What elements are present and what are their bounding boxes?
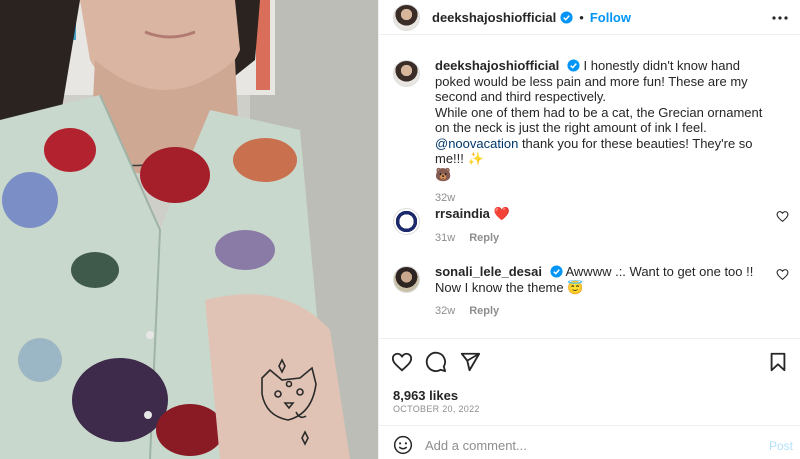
caption: deekshajoshiofficial I honestly didn't k… bbox=[393, 58, 793, 207]
heart-icon[interactable] bbox=[391, 351, 413, 373]
comment-meta: 32w Reply bbox=[435, 304, 775, 320]
post-comment-button[interactable]: Post bbox=[769, 439, 793, 453]
post-header: deekshajoshiofficial • Follow bbox=[379, 0, 800, 35]
post-photo[interactable] bbox=[0, 0, 378, 459]
comment-username[interactable]: rrsaindia bbox=[435, 206, 490, 221]
comment-text: ❤️ bbox=[493, 206, 510, 221]
user-avatar[interactable] bbox=[393, 3, 420, 31]
instagram-post: deekshajoshiofficial • Follow deekshajos… bbox=[0, 0, 800, 459]
verified-badge-icon bbox=[560, 10, 573, 24]
commenter-avatar[interactable] bbox=[393, 266, 420, 293]
share-icon[interactable] bbox=[459, 351, 481, 373]
caption-meta: 32w bbox=[435, 191, 775, 207]
post-date[interactable]: OCTOBER 20, 2022 bbox=[393, 404, 480, 414]
reply-button[interactable]: Reply bbox=[469, 232, 499, 244]
post-photo-illustration bbox=[0, 0, 378, 459]
comment-time[interactable]: 32w bbox=[435, 305, 455, 317]
caption-body: deekshajoshiofficial I honestly didn't k… bbox=[435, 58, 775, 207]
comment-item: rrsaindia ❤️ 31w Reply bbox=[393, 206, 793, 246]
comment-username[interactable]: sonali_lele_desai bbox=[435, 264, 542, 279]
likes-count[interactable]: 8,963 likes bbox=[393, 388, 458, 403]
comment-like-heart-icon[interactable] bbox=[776, 210, 789, 223]
separator-dot: • bbox=[579, 9, 584, 25]
follow-button[interactable]: Follow bbox=[590, 10, 631, 25]
verified-badge-icon bbox=[550, 265, 563, 278]
comment-meta: 31w Reply bbox=[435, 231, 775, 247]
action-bar bbox=[379, 338, 800, 384]
caption-avatar[interactable] bbox=[393, 60, 420, 87]
caption-username[interactable]: deekshajoshiofficial bbox=[435, 58, 559, 73]
caption-text-2: While one of them had to be a cat, the G… bbox=[435, 104, 763, 136]
post-side-panel: deekshajoshiofficial • Follow deekshajos… bbox=[378, 0, 800, 459]
caption-emoji: 🐻 bbox=[435, 166, 452, 182]
more-options-icon[interactable] bbox=[771, 9, 789, 27]
comment-body: sonali_lele_desai Awwww .:. Want to get … bbox=[435, 264, 775, 320]
comment-item: sonali_lele_desai Awwww .:. Want to get … bbox=[393, 264, 793, 320]
commenter-avatar[interactable] bbox=[393, 208, 420, 235]
caption-mention-link[interactable]: @noovacation bbox=[435, 136, 518, 151]
comment-body: rrsaindia ❤️ 31w Reply bbox=[435, 206, 775, 246]
comment-like-heart-icon[interactable] bbox=[776, 268, 789, 281]
caption-time[interactable]: 32w bbox=[435, 192, 455, 204]
verified-badge-icon bbox=[567, 59, 580, 72]
emoji-icon[interactable] bbox=[393, 435, 413, 455]
reply-button[interactable]: Reply bbox=[469, 305, 499, 317]
comment-time[interactable]: 31w bbox=[435, 232, 455, 244]
header-username[interactable]: deekshajoshiofficial bbox=[432, 10, 556, 25]
add-comment-bar: Post bbox=[379, 425, 800, 459]
comments-list[interactable]: deekshajoshiofficial I honestly didn't k… bbox=[379, 36, 800, 336]
comment-input[interactable] bbox=[425, 434, 725, 456]
bookmark-icon[interactable] bbox=[767, 351, 789, 373]
comment-icon[interactable] bbox=[425, 351, 447, 373]
